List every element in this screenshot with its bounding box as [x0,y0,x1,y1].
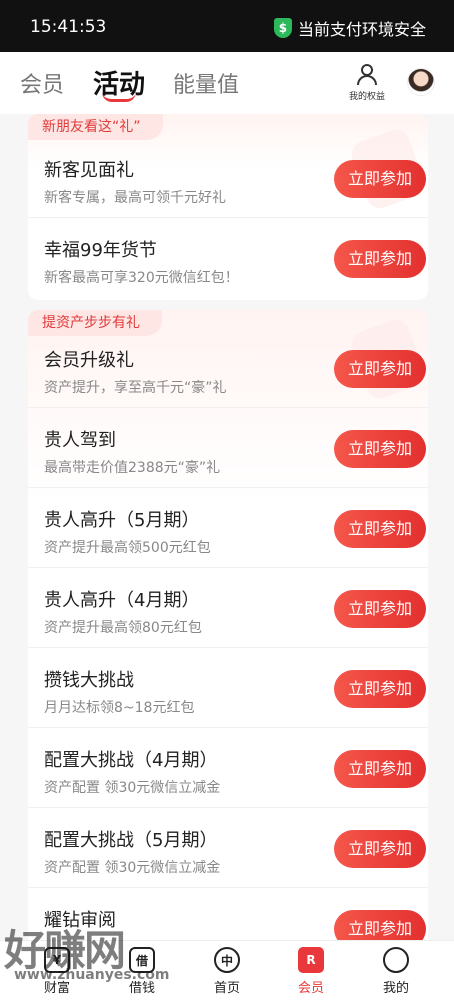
join-button[interactable]: 立即参加 [334,510,426,548]
home-icon: 中 [214,947,240,973]
activity-list[interactable]: 新朋友看这“礼” 新客见面礼 新客专属，最高可领千元好礼 立即参加 幸福99年货… [0,114,454,940]
join-button[interactable]: 立即参加 [334,830,426,868]
list-item[interactable]: 配置大挑战（4月期） 资产配置 领30元微信立减金 立即参加 [28,728,428,808]
item-subtitle: 月月达标领8~18元红包 [44,700,195,716]
list-item[interactable]: 会员升级礼 资产提升，享至高千元“豪”礼 立即参加 [28,328,428,408]
join-button[interactable]: 立即参加 [334,670,426,708]
item-subtitle: 资产配置 领30元微信立减金 [44,860,221,876]
user-rights-icon [356,64,378,86]
item-title: 贵人驾到 [44,430,116,451]
tabbar-label: 会员 [297,981,324,996]
avatar[interactable] [407,68,435,96]
member-icon: R [298,947,324,973]
item-subtitle: 资产提升最高领80元红包 [44,620,202,636]
my-rights-button[interactable]: 我的权益 [346,64,388,102]
status-time: 15:41:53 [30,17,107,37]
profile-icon [383,947,409,973]
tab-energy[interactable]: 能量值 [173,67,239,99]
list-item[interactable]: 贵人高升（5月期） 资产提升最高领500元红包 立即参加 [28,488,428,568]
join-button[interactable]: 立即参加 [334,350,426,388]
item-subtitle: 资产提升，享至高千元“豪”礼 [44,380,227,396]
list-item[interactable]: 贵人驾到 最高带走价值2388元“豪”礼 立即参加 [28,408,428,488]
secure-indicator: $ 当前支付环境安全 [273,16,426,40]
tab-member[interactable]: 会员 [20,67,64,99]
item-subtitle: 资产提升最高领500元红包 [44,540,211,556]
my-rights-label: 我的权益 [348,92,385,102]
item-title: 贵人高升（4月期） [44,590,200,611]
list-item[interactable]: 贵人高升（4月期） 资产提升最高领80元红包 立即参加 [28,568,428,648]
item-subtitle: 新客专属，最高可领千元好礼 [44,190,226,206]
tabbar-item-profile[interactable]: 我的 [361,947,431,996]
list-item[interactable]: 配置大挑战（5月期） 资产配置 领30元微信立减金 立即参加 [28,808,428,888]
item-title: 配置大挑战（4月期） [44,750,218,771]
list-item[interactable]: 幸福99年货节 新客最高可享320元微信红包！ 立即参加 [28,218,428,298]
section-asset-upgrade: 提资产步步有礼 会员升级礼 资产提升，享至高千元“豪”礼 立即参加 贵人驾到 最… [28,310,429,940]
tabbar-item-member[interactable]: R 会员 [276,947,346,996]
item-subtitle: 新客最高可享320元微信红包！ [44,270,239,286]
section-new-customer: 新朋友看这“礼” 新客见面礼 新客专属，最高可领千元好礼 立即参加 幸福99年货… [28,114,429,300]
item-title: 新客见面礼 [44,160,134,181]
watermark-url: www.zhuanyes.com [14,967,170,983]
list-item[interactable]: 攒钱大挑战 月月达标领8~18元红包 立即参加 [28,648,428,728]
active-tab-indicator [102,92,136,102]
shield-icon: $ [273,18,292,38]
top-nav: 会员 活动 能量值 我的权益 [0,52,454,114]
watermark: 好赚网 www.zhuanyes.com [4,905,204,995]
item-title: 配置大挑战（5月期） [44,830,218,851]
section-tag: 新朋友看这“礼” [28,114,163,140]
list-item[interactable]: 新客见面礼 新客专属，最高可领千元好礼 立即参加 [28,138,428,218]
join-button[interactable]: 立即参加 [334,750,426,788]
status-bar: 15:41:53 $ 当前支付环境安全 [0,0,454,52]
item-title: 会员升级礼 [44,350,134,371]
item-title: 攒钱大挑战 [44,670,134,691]
tabbar-label: 我的 [382,981,409,996]
join-button[interactable]: 立即参加 [334,590,426,628]
join-button[interactable]: 立即参加 [334,240,426,278]
join-button[interactable]: 立即参加 [334,430,426,468]
secure-text: 当前支付环境安全 [297,20,426,39]
join-button[interactable]: 立即参加 [334,160,426,198]
item-subtitle: 最高带走价值2388元“豪”礼 [44,460,221,476]
item-title: 贵人高升（5月期） [44,510,200,531]
item-title: 幸福99年货节 [44,240,157,261]
item-subtitle: 资产配置 领30元微信立减金 [44,780,221,796]
join-button[interactable]: 立即参加 [334,910,426,940]
